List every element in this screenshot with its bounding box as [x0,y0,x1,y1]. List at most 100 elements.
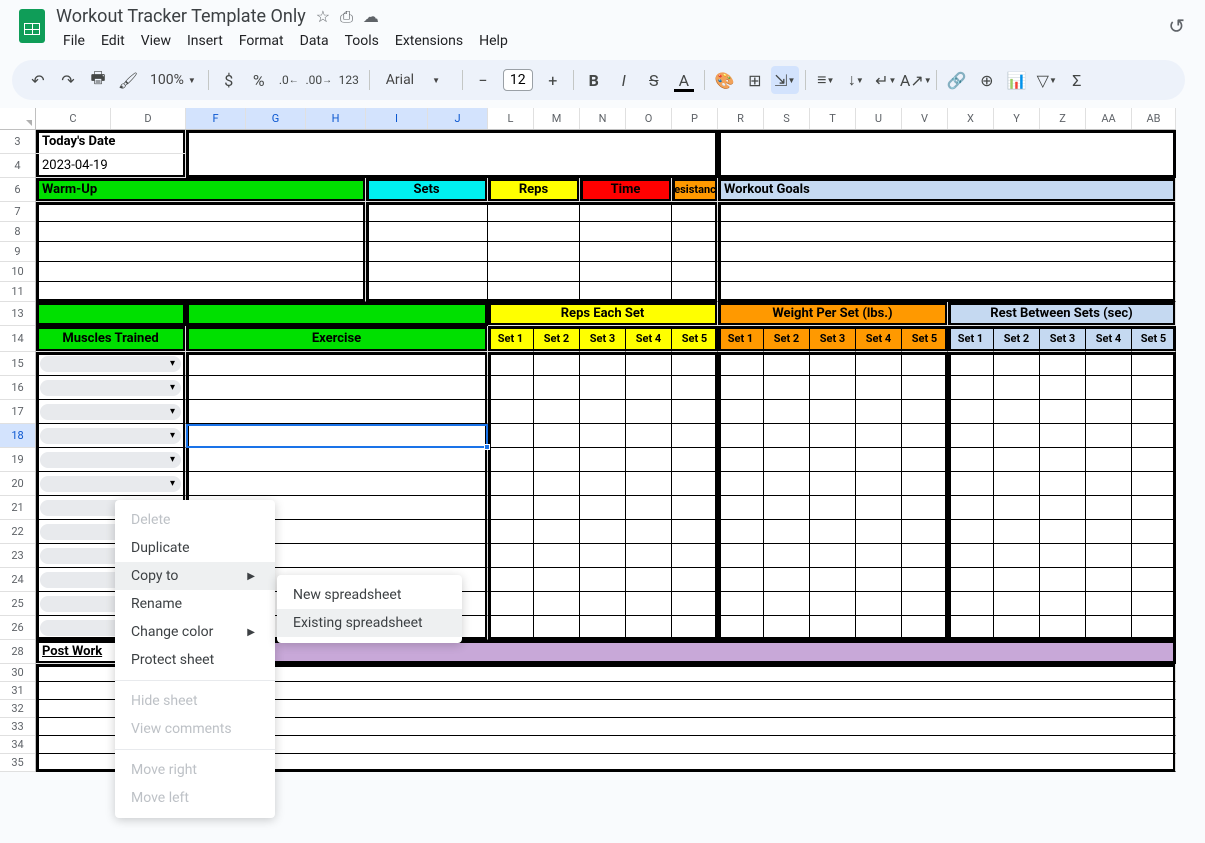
cell[interactable] [856,592,902,616]
cell[interactable] [764,448,810,472]
cell[interactable] [718,472,764,496]
document-title[interactable]: Workout Tracker Template Only [56,6,306,27]
cell[interactable] [810,568,856,592]
cell[interactable] [764,400,810,424]
cell[interactable] [36,282,366,302]
cell[interactable] [534,520,580,544]
merge-button[interactable]: ⇲ ▼ [771,66,799,94]
cell[interactable] [948,352,994,376]
comment-button[interactable]: ⊕ [973,66,1001,94]
cell[interactable] [764,568,810,592]
cell[interactable] [994,400,1040,424]
label-set1-wt[interactable]: Set 1 [718,326,764,352]
cell[interactable] [902,376,948,400]
cell[interactable] [36,262,366,282]
cell[interactable] [994,616,1040,640]
cell[interactable] [718,222,1176,242]
cell[interactable] [580,400,626,424]
col-header-D[interactable]: D [111,108,186,129]
cell[interactable] [580,544,626,568]
cell[interactable] [1040,448,1086,472]
col-header-S[interactable]: S [764,108,810,129]
ctx-new-spreadsheet[interactable]: New spreadsheet [277,581,462,609]
select-all-corner[interactable] [0,108,36,130]
fillcolor-button[interactable]: 🎨 [711,66,739,94]
cell[interactable] [948,376,994,400]
cell[interactable] [856,376,902,400]
undo-button[interactable]: ↶ [24,66,52,94]
menu-insert[interactable]: Insert [180,29,230,53]
cell[interactable] [902,448,948,472]
menu-data[interactable]: Data [293,29,336,53]
fontsize-dec-button[interactable]: − [469,66,497,94]
col-header-L[interactable]: L [488,108,534,129]
cell[interactable] [626,544,672,568]
link-button[interactable]: 🔗 [943,66,971,94]
cell[interactable] [366,222,488,242]
row-header-22[interactable]: 22 [0,520,35,544]
cell[interactable] [534,592,580,616]
cell[interactable] [580,242,672,262]
cell[interactable] [764,496,810,520]
cell[interactable] [580,222,672,242]
cell[interactable] [1040,376,1086,400]
cell[interactable] [1040,424,1086,448]
label-time[interactable]: Time [580,178,672,202]
cell[interactable] [1040,544,1086,568]
cell[interactable] [534,472,580,496]
row-header-8[interactable]: 8 [0,222,35,242]
cell[interactable] [1086,520,1132,544]
col-header-X[interactable]: X [948,108,994,129]
history-icon[interactable]: ↺ [1160,6,1193,46]
cell[interactable] [764,592,810,616]
cell[interactable] [672,496,718,520]
menu-tools[interactable]: Tools [338,29,386,53]
label-warmup[interactable]: Warm-Up [36,178,366,202]
cell[interactable] [36,242,366,262]
cell[interactable] [1086,448,1132,472]
cell[interactable] [764,376,810,400]
cell[interactable] [902,472,948,496]
cell[interactable] [1086,544,1132,568]
row-header-34[interactable]: 34 [0,736,35,754]
label-set2-reps[interactable]: Set 2 [534,326,580,352]
row-header-17[interactable]: 17 [0,400,35,424]
bold-button[interactable]: B [580,66,608,94]
cell[interactable] [948,496,994,520]
cell[interactable] [1132,568,1176,592]
row-header-6[interactable]: 6 [0,178,35,202]
col-header-AB[interactable]: AB [1132,108,1176,129]
cell[interactable] [948,448,994,472]
cell[interactable] [534,448,580,472]
cell[interactable] [488,262,580,282]
cell[interactable] [718,496,764,520]
dropdown-chip[interactable]: ▾ [40,452,181,468]
cell[interactable] [948,472,994,496]
col-header-O[interactable]: O [626,108,672,129]
cell[interactable] [902,544,948,568]
col-header-R[interactable]: R [718,108,764,129]
cell[interactable] [1086,472,1132,496]
cell[interactable] [856,616,902,640]
label-set2-wt[interactable]: Set 2 [764,326,810,352]
cell[interactable] [948,520,994,544]
row-header-20[interactable]: 20 [0,472,35,496]
cell[interactable] [672,242,718,262]
cell[interactable] [994,592,1040,616]
cell[interactable] [810,376,856,400]
cell[interactable] [948,568,994,592]
ctx-protect[interactable]: Protect sheet [115,646,275,674]
row-header-19[interactable]: 19 [0,448,35,472]
cell[interactable] [948,400,994,424]
cell[interactable] [994,544,1040,568]
cell[interactable] [718,262,1176,282]
zoom-select[interactable]: 100%▼ [144,72,202,88]
muscles-dropdown-19[interactable]: ▾ [36,448,186,472]
cell[interactable] [366,202,488,222]
menu-extensions[interactable]: Extensions [388,29,470,53]
wrap-button[interactable]: ↵ ▼ [872,66,900,94]
exercise-cell-20[interactable] [186,472,488,496]
format-123-button[interactable]: 123 [335,66,363,94]
cell[interactable] [1040,352,1086,376]
cell[interactable] [672,520,718,544]
